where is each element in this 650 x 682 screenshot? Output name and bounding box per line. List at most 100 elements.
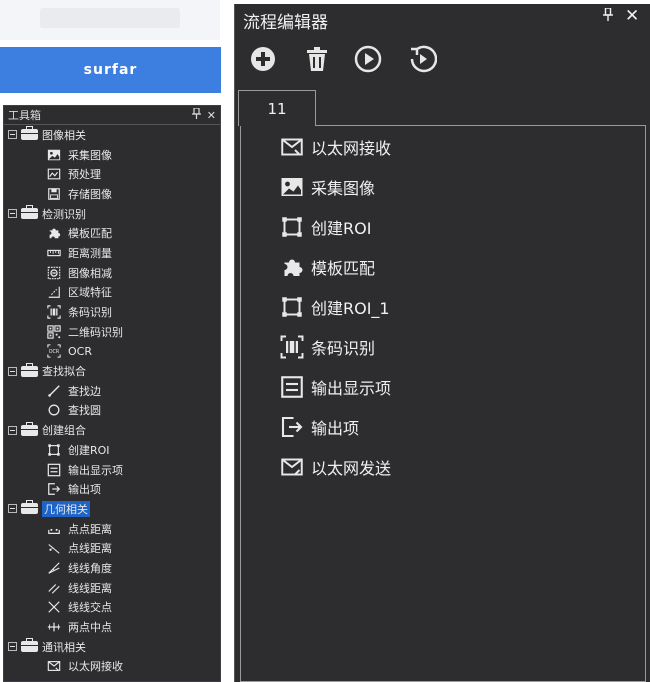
toolbox-item[interactable]: 预处理: [4, 164, 220, 184]
toolbox-panel: 工具箱 ✕ 图像相关采集图像预处理存储图像检测识别模板匹配距离测量图像相减区域特…: [3, 105, 221, 682]
toolbox-item[interactable]: 线线距离: [4, 578, 220, 598]
toolbox-item[interactable]: 区域特征: [4, 283, 220, 303]
toolbox-item-label: 以太网接收: [68, 660, 123, 674]
toolbox-item-label: 创建ROI: [68, 443, 110, 457]
roi-icon: [279, 214, 305, 240]
toolbox-category-label: 图像相关: [42, 128, 86, 142]
flow-node-label: 输出项: [311, 419, 360, 438]
flow-node[interactable]: 采集图像: [279, 172, 375, 202]
toolbox-item-label: 输出项: [68, 483, 101, 497]
toolbox-tree: 图像相关采集图像预处理存储图像检测识别模板匹配距离测量图像相减区域特征条码识别二…: [4, 125, 220, 676]
save-image-icon: [47, 187, 61, 201]
close-icon[interactable]: ✕: [207, 109, 216, 122]
toolbox-category-label: 几何相关: [42, 500, 90, 517]
intersection-icon: [47, 600, 61, 614]
close-icon[interactable]: ✕: [625, 6, 639, 26]
flow-node-label: 模板匹配: [311, 259, 376, 278]
toolbox-item[interactable]: 两点中点: [4, 617, 220, 637]
faded-logo: [40, 8, 180, 28]
flow-canvas[interactable]: 以太网接收采集图像创建ROI 模板匹配创建ROI_1 条码识别输出显示项输出项以太网…: [240, 125, 646, 682]
tab-flow-11[interactable]: 11: [238, 90, 316, 126]
surfar-button[interactable]: surfar: [0, 47, 221, 93]
toolbox-item[interactable]: 条码识别: [4, 302, 220, 322]
toolbox-item[interactable]: OCR OCR: [4, 342, 220, 362]
flow-node-label: 创建ROI_1: [311, 299, 390, 318]
flow-node[interactable]: 以太网接收: [279, 132, 391, 162]
toolbox-item[interactable]: 以太网接收: [4, 657, 220, 677]
collapse-icon[interactable]: [8, 425, 17, 435]
ethernet-send-icon: [279, 454, 305, 480]
toolbox-title: 工具箱: [8, 109, 41, 122]
image-icon: [47, 148, 61, 162]
toolbox-folder-icon: [21, 638, 38, 653]
toolbox-item[interactable]: 输出项: [4, 479, 220, 499]
toolbox-item-label: 模板匹配: [68, 227, 112, 241]
toolbox-item[interactable]: 存储图像: [4, 184, 220, 204]
qrcode-icon: [47, 325, 61, 339]
toolbox-item-label: 图像相减: [68, 266, 112, 280]
pin-icon[interactable]: [191, 107, 201, 122]
flow-node[interactable]: 模板匹配: [279, 252, 375, 282]
collapse-icon[interactable]: [8, 642, 17, 652]
toolbox-folder-icon: [21, 362, 38, 377]
toolbox-item-label: 采集图像: [68, 148, 112, 162]
flow-node[interactable]: 创建ROI: [279, 212, 371, 242]
toolbox-category[interactable]: 检测识别: [4, 204, 220, 224]
display-output-icon: [47, 463, 61, 477]
flow-node[interactable]: 条码识别: [279, 332, 375, 362]
toolbox-item-label: 两点中点: [68, 621, 112, 635]
collapse-icon[interactable]: [8, 209, 17, 219]
region-icon: [47, 285, 61, 299]
toolbox-category[interactable]: 几何相关: [4, 499, 220, 519]
flow-node-label: 输出显示项: [311, 379, 392, 398]
toolbox-item[interactable]: 输出显示项: [4, 460, 220, 480]
toolbox-item[interactable]: 查找边: [4, 381, 220, 401]
toolbox-item-label: 预处理: [68, 168, 101, 182]
toolbox-item[interactable]: 创建ROI: [4, 440, 220, 460]
flow-node[interactable]: 输出项: [279, 412, 359, 442]
subtract-icon: [47, 266, 61, 280]
flow-node-label: 以太网接收: [311, 139, 392, 158]
collapse-icon[interactable]: [8, 504, 17, 514]
flow-node-label: 采集图像: [311, 179, 376, 198]
flow-editor-title: 流程编辑器: [243, 13, 328, 33]
toolbox-item[interactable]: 采集图像: [4, 145, 220, 165]
toolbox-item-label: OCR: [68, 344, 92, 358]
toolbox-item-label: 查找圆: [68, 404, 101, 418]
toolbox-item[interactable]: 线线角度: [4, 558, 220, 578]
toolbox-category[interactable]: 图像相关: [4, 125, 220, 145]
ruler-icon: [47, 246, 61, 260]
flow-node[interactable]: 输出显示项: [279, 372, 391, 402]
toolbox-item[interactable]: 二维码识别: [4, 322, 220, 342]
pin-icon[interactable]: [603, 7, 613, 25]
toolbox-item[interactable]: 点点距离: [4, 519, 220, 539]
line-distance-icon: [47, 581, 61, 595]
display-output-icon: [279, 374, 305, 400]
toolbox-item[interactable]: 点线距离: [4, 538, 220, 558]
toolbox-category-label: 查找拟合: [42, 365, 86, 379]
run-loop-icon[interactable]: [407, 44, 438, 74]
add-icon[interactable]: [248, 44, 278, 74]
toolbox-category[interactable]: 查找拟合: [4, 361, 220, 381]
preprocess-icon: [47, 167, 61, 181]
toolbox-item[interactable]: 线线交点: [4, 598, 220, 618]
toolbox-category[interactable]: 通讯相关: [4, 637, 220, 657]
toolbox-item-label: 区域特征: [68, 286, 112, 300]
flow-node[interactable]: 以太网发送: [279, 452, 391, 482]
point-distance-icon: [47, 522, 61, 536]
collapse-icon[interactable]: [8, 366, 17, 376]
flow-node[interactable]: 创建ROI_1: [279, 292, 390, 322]
toolbox-item-label: 距离测量: [68, 246, 112, 260]
toolbox-item[interactable]: 距离测量: [4, 243, 220, 263]
toolbox-category-label: 检测识别: [42, 207, 86, 221]
toolbox-item-label: 线线交点: [68, 601, 112, 615]
toolbox-item[interactable]: 查找圆: [4, 401, 220, 421]
run-icon[interactable]: [353, 44, 383, 74]
delete-icon[interactable]: [302, 44, 332, 74]
toolbox-item[interactable]: 模板匹配: [4, 223, 220, 243]
midpoint-icon: [47, 620, 61, 634]
toolbox-item-label: 条码识别: [68, 306, 112, 320]
collapse-icon[interactable]: [8, 130, 17, 140]
toolbox-item[interactable]: 图像相减: [4, 263, 220, 283]
toolbox-category[interactable]: 创建组合: [4, 420, 220, 440]
